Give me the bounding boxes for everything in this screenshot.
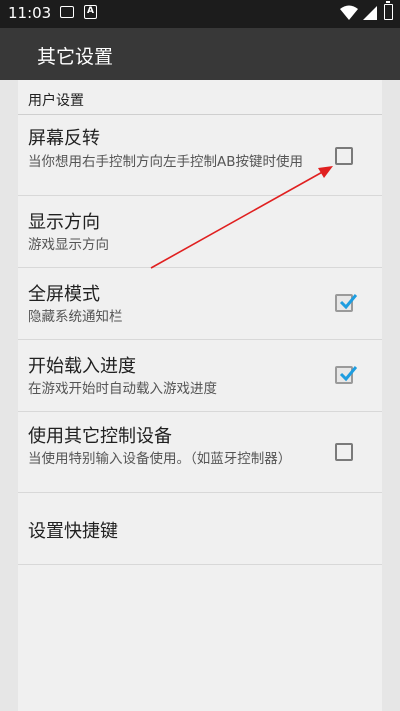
battery-charging-icon <box>384 1 393 20</box>
checkmark-icon <box>339 294 357 310</box>
checkmark-icon <box>339 366 357 382</box>
pref-title: 屏幕反转 <box>28 128 100 149</box>
pref-other-controller[interactable]: 使用其它控制设备 当使用特别输入设备使用。（如蓝牙控制器） <box>18 412 382 493</box>
screen-flip-checkbox[interactable] <box>335 147 353 165</box>
pref-fullscreen[interactable]: 全屏模式 隐藏系统通知栏 <box>18 268 382 340</box>
pref-summary: 游戏显示方向 <box>28 237 109 253</box>
pref-summary: 在游戏开始时自动载入游戏进度 <box>28 381 217 397</box>
settings-list: 用户设置 屏幕反转 当你想用右手控制方向左手控制AB按键时使用 显示方向 游戏显… <box>18 80 382 711</box>
app-bar: 其它设置 <box>0 28 400 80</box>
pref-divider <box>18 564 382 565</box>
image-icon <box>60 6 74 18</box>
pref-title: 显示方向 <box>28 212 100 233</box>
pref-display-orientation[interactable]: 显示方向 游戏显示方向 <box>18 196 382 268</box>
page-title: 其它设置 <box>37 46 114 68</box>
pref-title: 设置快捷键 <box>28 521 118 542</box>
pref-auto-load-progress[interactable]: 开始载入进度 在游戏开始时自动载入游戏进度 <box>18 340 382 412</box>
pref-screen-flip[interactable]: 屏幕反转 当你想用右手控制方向左手控制AB按键时使用 <box>18 115 382 196</box>
fullscreen-checkbox[interactable] <box>335 294 357 312</box>
cell-signal-icon <box>363 6 377 20</box>
pref-summary: 隐藏系统通知栏 <box>28 309 123 325</box>
pref-summary: 当你想用右手控制方向左手控制AB按键时使用 <box>28 154 303 170</box>
pref-title: 开始载入进度 <box>28 356 136 377</box>
auto-load-checkbox[interactable] <box>335 366 357 384</box>
wifi-icon <box>340 5 358 20</box>
pref-title: 全屏模式 <box>28 284 100 305</box>
category-header: 用户设置 <box>28 93 84 109</box>
status-time: 11:03 <box>8 4 52 22</box>
pref-summary: 当使用特别输入设备使用。（如蓝牙控制器） <box>28 451 292 467</box>
pref-title: 使用其它控制设备 <box>28 426 172 447</box>
other-controller-checkbox[interactable] <box>335 443 353 461</box>
text-a-icon: A <box>84 5 97 19</box>
status-bar: 11:03 A <box>0 0 400 28</box>
pref-shortcut-keys[interactable]: 设置快捷键 <box>18 493 382 565</box>
